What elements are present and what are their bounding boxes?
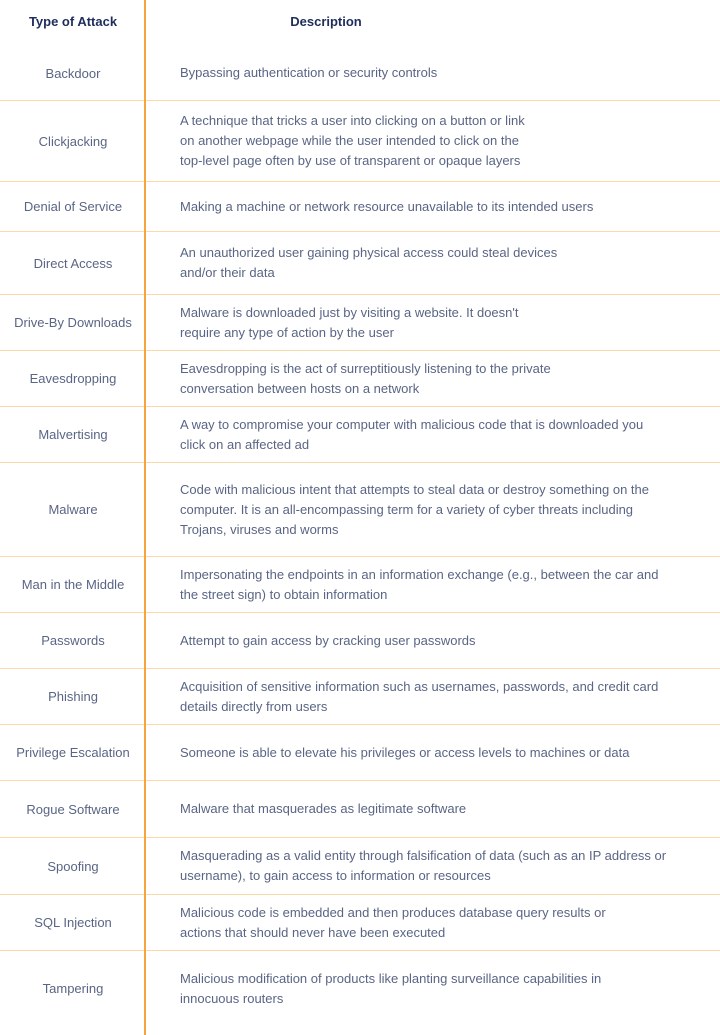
table-row: Phishing Acquisition of sensitive informa… [0,669,720,725]
table-row: Drive-By Downloads Malware is downloaded … [0,295,720,351]
description-cell: Eavesdropping is the act of surreptitiou… [180,360,551,396]
attack-type-cell: Rogue Software [26,801,120,817]
description-cell: Attempt to gain access by cracking user … [180,632,476,648]
attack-type-cell: Clickjacking [38,133,108,149]
attack-type-cell: Phishing [48,689,98,704]
description-cell: A technique that tricks a user into clic… [180,113,525,168]
description-cell: Code with malicious intent that attempts… [180,481,649,537]
attack-type-cell: Malvertising [38,427,108,442]
description-cell: Impersonating the endpoints in an inform… [180,566,659,602]
table-row: Direct Access An unauthorized user gainin… [0,232,720,295]
table-header: Type of Attack Description [0,0,720,46]
table-row: Privilege Escalation Someone is able to e… [0,725,720,781]
attack-type-cell: Tampering [42,981,104,996]
attack-type-cell: Spoofing [47,858,99,874]
attack-type-cell: Direct Access [33,255,113,271]
attack-type-cell: Drive-By Downloads [14,315,132,330]
table-row: Eavesdropping Eavesdropping is the act of… [0,351,720,407]
table-row: Backdoor Bypassing authentication or secu… [0,46,720,101]
description-cell: Someone is able to elevate his privilege… [180,744,630,760]
description-cell: Malware that masquerades as legitimate s… [180,801,467,816]
table-row: Rogue Software Malware that masquerades a… [0,781,720,838]
attack-type-cell: Eavesdropping [29,371,117,386]
column-divider [144,0,146,1035]
attack-type-cell: Passwords [41,633,105,648]
description-cell: Malware is downloaded just by visiting a… [180,304,519,340]
table-row: Clickjacking A technique that tricks a us… [0,101,720,182]
description-cell: Malicious code is embedded and then prod… [180,904,606,940]
description-cell: Malicious modification of products like … [180,970,602,1006]
description-cell: An unauthorized user gaining physical ac… [180,245,558,280]
column-header-type: Type of Attack [28,14,118,29]
description-cell: Bypassing authentication or security con… [180,65,438,80]
table-row: Tampering Malicious modification of produ… [0,951,720,1026]
column-header-description: Description [290,14,362,29]
attack-type-cell: Man in the Middle [21,577,125,592]
table-row: Denial of Service Making a machine or net… [0,182,720,232]
description-cell: Acquisition of sensitive information suc… [180,678,659,714]
description-cell: Making a machine or network resource una… [180,198,594,214]
attack-type-cell: Denial of Service [23,199,123,214]
description-cell: Masquerading as a valid entity through f… [180,848,667,883]
table-row: Spoofing Masquerading as a valid entity t… [0,838,720,895]
table-row: Malware Code with malicious intent that a… [0,463,720,557]
attack-type-cell: Malware [48,502,98,517]
description-cell: A way to compromise your computer with m… [180,416,644,452]
table-row: Passwords Attempt to gain access by crack… [0,613,720,669]
attack-type-cell: SQL Injection [34,915,112,930]
attack-type-cell: Privilege Escalation [16,745,130,760]
table-row: SQL Injection Malicious code is embedded … [0,895,720,951]
table-row: Man in the Middle Impersonating the endpo… [0,557,720,613]
table-row: Malvertising A way to compromise your com… [0,407,720,463]
attack-type-cell: Backdoor [45,65,101,81]
